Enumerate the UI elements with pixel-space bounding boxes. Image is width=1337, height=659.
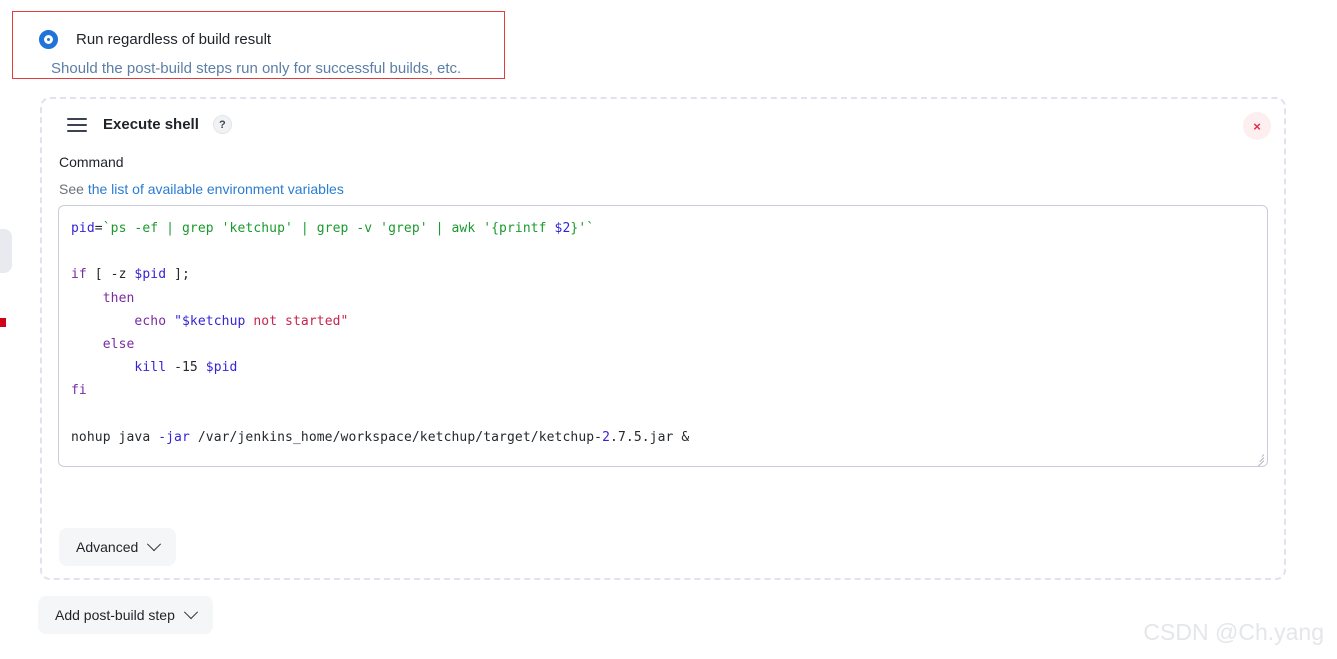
advanced-button[interactable]: Advanced xyxy=(59,528,177,566)
code-token: nohup java xyxy=(71,429,159,445)
textarea-resize-grip[interactable] xyxy=(1252,451,1265,466)
code-line: echo "$ketchup not started" xyxy=(71,310,1255,333)
code-line: kill -15 $pid xyxy=(71,356,1255,379)
code-token: -15 xyxy=(166,360,206,376)
close-icon: × xyxy=(1253,118,1261,134)
left-edge-tab-fragment xyxy=(0,229,12,273)
chevron-down-icon xyxy=(147,537,162,552)
code-token: $pid xyxy=(205,360,238,376)
code-token: }'` xyxy=(570,221,595,236)
command-textarea[interactable]: pid=`ps -ef | grep 'ketchup' | grep -v '… xyxy=(58,205,1268,467)
chevron-down-icon xyxy=(183,605,198,620)
radio-selected-icon[interactable] xyxy=(39,30,58,49)
code-line: if [ -z $pid ]; xyxy=(71,263,1255,286)
code-token: not started" xyxy=(245,313,349,329)
code-token: -jar xyxy=(158,429,190,445)
add-post-build-step-button[interactable]: Add post-build step xyxy=(38,596,213,634)
code-token: $pid xyxy=(134,267,167,283)
env-prefix-text: See xyxy=(59,181,88,197)
code-line: nohup java -jar /var/jenkins_home/worksp… xyxy=(71,426,1255,449)
hamburger-drag-icon[interactable] xyxy=(67,117,87,132)
code-token: 2 xyxy=(602,429,611,445)
code-token: ]; xyxy=(166,267,190,283)
remove-step-button[interactable]: × xyxy=(1243,112,1271,140)
post-build-trigger-description: Should the post-build steps run only for… xyxy=(51,60,462,77)
environment-variables-help: See the list of available environment va… xyxy=(59,181,344,197)
run-regardless-radio-label: Run regardless of build result xyxy=(76,31,272,48)
add-post-build-step-label: Add post-build step xyxy=(55,607,175,623)
code-line: then xyxy=(71,287,1255,310)
code-line: fi xyxy=(71,379,1255,402)
code-token: else xyxy=(102,337,135,353)
command-field-label: Command xyxy=(59,154,124,170)
code-token: if xyxy=(71,267,87,283)
code-line: pid=`ps -ef | grep 'ketchup' | grep -v '… xyxy=(71,217,1255,240)
step-title: Execute shell xyxy=(103,116,199,133)
code-token: fi xyxy=(71,383,87,399)
execute-shell-step-panel: Execute shell ? × Command See the list o… xyxy=(40,97,1286,580)
code-token: /var/jenkins_home/workspace/ketchup/targ… xyxy=(189,429,603,445)
left-edge-red-marker xyxy=(0,318,6,327)
step-header: Execute shell ? xyxy=(67,115,232,134)
code-token: then xyxy=(102,290,135,306)
code-token: kill xyxy=(134,360,167,376)
code-token: `ps -ef | grep 'ketchup' | grep -v 'grep… xyxy=(102,221,555,236)
code-token: $2 xyxy=(554,221,571,236)
code-token: "$ketchup xyxy=(174,313,246,329)
run-regardless-radio-row[interactable]: Run regardless of build result xyxy=(39,30,271,49)
code-token: echo xyxy=(134,313,167,329)
code-token: = xyxy=(94,221,103,236)
help-icon[interactable]: ? xyxy=(212,115,232,134)
advanced-button-label: Advanced xyxy=(76,539,139,555)
environment-variables-link[interactable]: the list of available environment variab… xyxy=(88,181,344,197)
code-token: [ -z xyxy=(86,267,135,283)
code-line: else xyxy=(71,333,1255,356)
code-token: .7.5.jar & xyxy=(610,429,690,445)
post-build-trigger-block: Run regardless of build result Should th… xyxy=(12,11,505,79)
command-code-content: pid=`ps -ef | grep 'ketchup' | grep -v '… xyxy=(59,206,1267,460)
watermark: CSDN @Ch.yang xyxy=(1143,619,1324,645)
code-token: pid xyxy=(71,221,95,236)
